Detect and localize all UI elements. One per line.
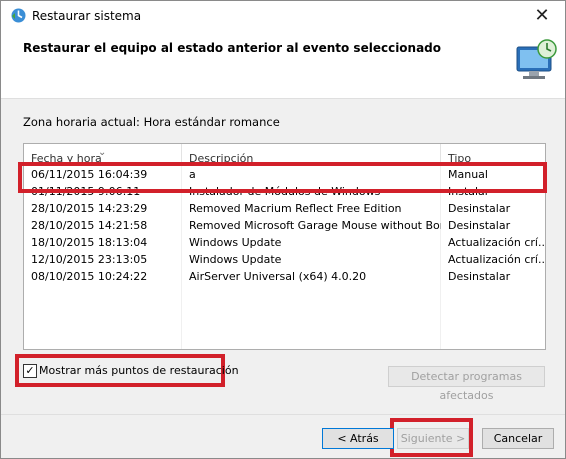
cell-date: 28/10/2015 14:21:58	[31, 219, 148, 232]
cancel-button[interactable]: Cancelar	[482, 428, 554, 449]
page-title: Restaurar el equipo al estado anterior a…	[23, 41, 442, 55]
monitor-restore-icon	[516, 39, 557, 79]
footer-divider	[1, 414, 565, 415]
cell-description: AirServer Universal (x64) 4.0.20	[189, 270, 367, 283]
detect-affected-programs-button[interactable]: Detectar programas afectados	[388, 366, 545, 402]
cell-type: Actualización crí...	[448, 253, 545, 266]
close-button[interactable]: ✕	[519, 1, 565, 31]
system-restore-window: Restaurar sistema ✕ Restaurar el equipo …	[0, 0, 566, 459]
next-button[interactable]: Siguiente >	[397, 428, 469, 449]
table-row[interactable]: 28/10/2015 14:23:29 Removed Macrium Refle…	[24, 200, 545, 217]
cell-description: Windows Update	[189, 236, 282, 249]
cell-description: Removed Macrium Reflect Free Edition	[189, 202, 402, 215]
timezone-label: Zona horaria actual: Hora estándar roman…	[23, 115, 280, 129]
cell-date: 08/10/2015 10:24:22	[31, 270, 148, 283]
title-bar: Restaurar sistema ✕	[1, 1, 565, 31]
checkbox[interactable]: ✓	[23, 364, 37, 378]
cell-type: Actualización crí...	[448, 236, 545, 249]
table-row[interactable]: 28/10/2015 14:21:58 Removed Microsoft Gar…	[24, 217, 545, 234]
cell-type: Desinstalar	[448, 202, 511, 215]
system-restore-icon	[11, 8, 26, 23]
table-row[interactable]: 18/10/2015 18:13:04 Windows Update Actuali…	[24, 234, 545, 251]
cell-type: Desinstalar	[448, 270, 511, 283]
wizard-header: Restaurar el equipo al estado anterior a…	[1, 31, 565, 99]
selected-row-highlight	[18, 162, 547, 193]
cell-date: 28/10/2015 14:23:29	[31, 202, 148, 215]
table-row[interactable]: 08/10/2015 10:24:22 AirServer Universal (…	[24, 268, 545, 285]
back-button[interactable]: < Atrás	[322, 428, 394, 449]
checkbox-label[interactable]: Mostrar más puntos de restauración	[39, 364, 239, 377]
cell-date: 18/10/2015 18:13:04	[31, 236, 148, 249]
cell-date: 12/10/2015 23:13:05	[31, 253, 148, 266]
window-title: Restaurar sistema	[32, 9, 142, 23]
cell-type: Desinstalar	[448, 219, 511, 232]
table-row[interactable]: 12/10/2015 23:13:05 Windows Update Actuali…	[24, 251, 545, 268]
cell-description: Removed Microsoft Garage Mouse without B…	[189, 219, 441, 232]
cell-description: Windows Update	[189, 253, 282, 266]
